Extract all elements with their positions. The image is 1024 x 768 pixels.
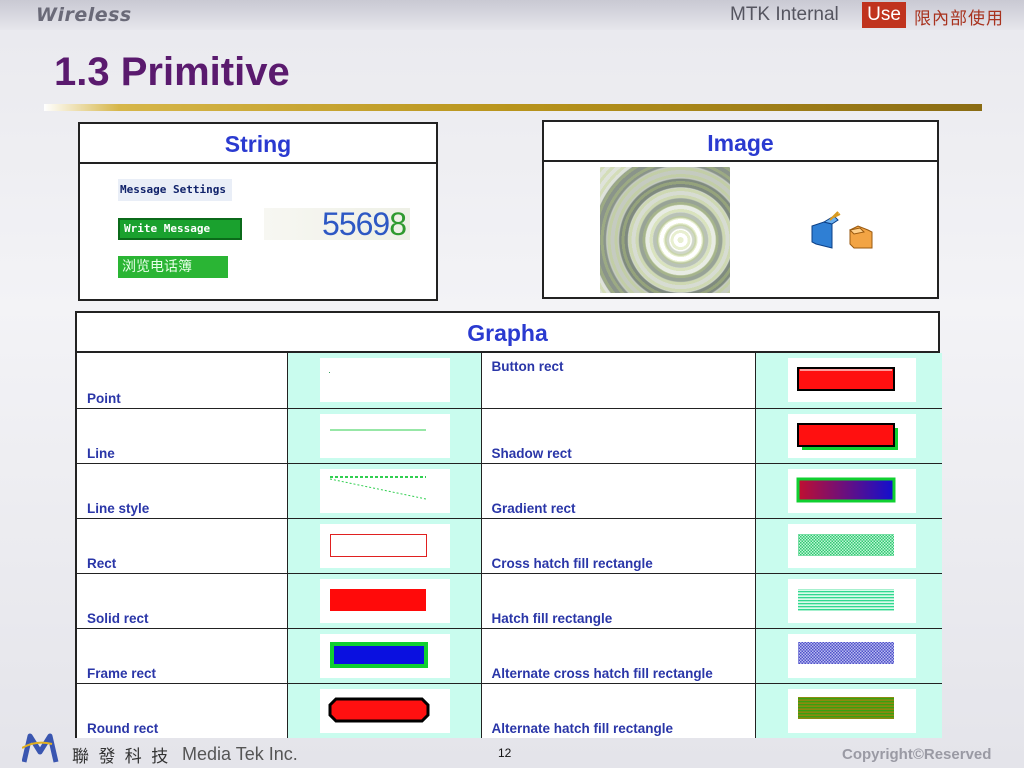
image-heading: Image [544,122,937,162]
shadow-rect-preview [787,413,916,458]
gradient-rect-preview [787,468,916,513]
number-part-3: 8 [389,206,407,242]
preview-cell [754,517,942,574]
copyright-notice: Copyright©Reserved [842,746,992,763]
grapha-panel: Grapha Point Button rect Line Shadow rec… [75,311,942,738]
preview-cell [754,572,942,629]
table-row: Point Button rect [77,353,942,409]
solid-rect-preview [319,578,450,623]
string-heading: String [80,124,436,164]
internal-use-cn: 限內部使用 [914,9,1004,29]
table-row: Round rect Alternate hatch fill rectangl… [77,682,942,738]
preview-cell [286,627,482,684]
preview-cell [286,682,482,738]
preview-cell [754,627,942,684]
row-label: Alternate cross hatch fill rectangle [480,627,756,684]
grapha-table: Point Button rect Line Shadow rect Line … [77,353,942,738]
row-label: Point [77,353,288,409]
string-panel: String Message Settings Write Message 浏览… [78,122,438,301]
line-style-preview [319,468,450,513]
number-part-1: 55 [322,206,357,242]
sample-chinese-string: 浏览电话簿 [118,256,228,278]
preview-cell [754,407,942,464]
row-label: Gradient rect [480,462,756,519]
line-preview [319,413,450,458]
alt-cross-hatch-preview [787,633,916,678]
round-rect-preview [319,688,450,733]
point-preview [319,358,450,402]
alt-hatch-preview [787,688,916,733]
preview-cell [754,353,942,409]
table-row: Line Shadow rect [77,407,942,464]
row-label: Solid rect [77,572,288,629]
company-name: Media Tek Inc. [182,744,298,764]
table-row: Frame rect Alternate cross hatch fill re… [77,627,942,684]
row-label: Alternate hatch fill rectangle [480,682,756,738]
preview-cell [286,462,482,519]
confidentiality-label: MTK Internal [730,4,839,25]
row-label: Line style [77,462,288,519]
preview-cell [286,517,482,574]
row-label: Button rect [480,353,756,409]
frame-rect-preview [319,633,450,678]
company-name-cn: 聯 發 科 技 [72,747,171,767]
table-row: Solid rect Hatch fill rectangle [77,572,942,629]
preview-cell [286,572,482,629]
sample-button-string: Write Message [118,218,242,240]
use-badge: Use [862,2,906,28]
row-label: Hatch fill rectangle [480,572,756,629]
row-label: Line [77,407,288,464]
table-row: Rect Cross hatch fill rectangle [77,517,942,574]
slide-title: 1.3 Primitive [54,50,290,94]
grapha-heading: Grapha [77,313,938,353]
mediatek-logo-icon [21,730,68,766]
row-label: Shadow rect [480,407,756,464]
folder-icon [810,208,876,252]
cross-hatch-preview [787,523,916,568]
row-label: Rect [77,517,288,574]
preview-cell [286,407,482,464]
sample-number-string: 55698 [264,208,410,240]
sample-menu-string: Message Settings [118,179,232,201]
image-panel: Image [542,120,939,299]
row-label: Cross hatch fill rectangle [480,517,756,574]
table-row: Line style Gradient rect [77,462,942,519]
row-label: Frame rect [77,627,288,684]
rect-preview [319,523,450,568]
button-rect-preview [787,358,916,402]
preview-cell [754,462,942,519]
brand-wordmark: Wireless [36,4,132,26]
page-number: 12 [498,746,512,760]
preview-cell [754,682,942,738]
preview-cell [286,353,482,409]
title-divider [44,104,982,111]
row-label: Round rect [77,682,288,738]
sample-wallpaper-image [600,167,730,293]
hatch-fill-preview [787,578,916,623]
number-part-2: 69 [355,206,391,242]
